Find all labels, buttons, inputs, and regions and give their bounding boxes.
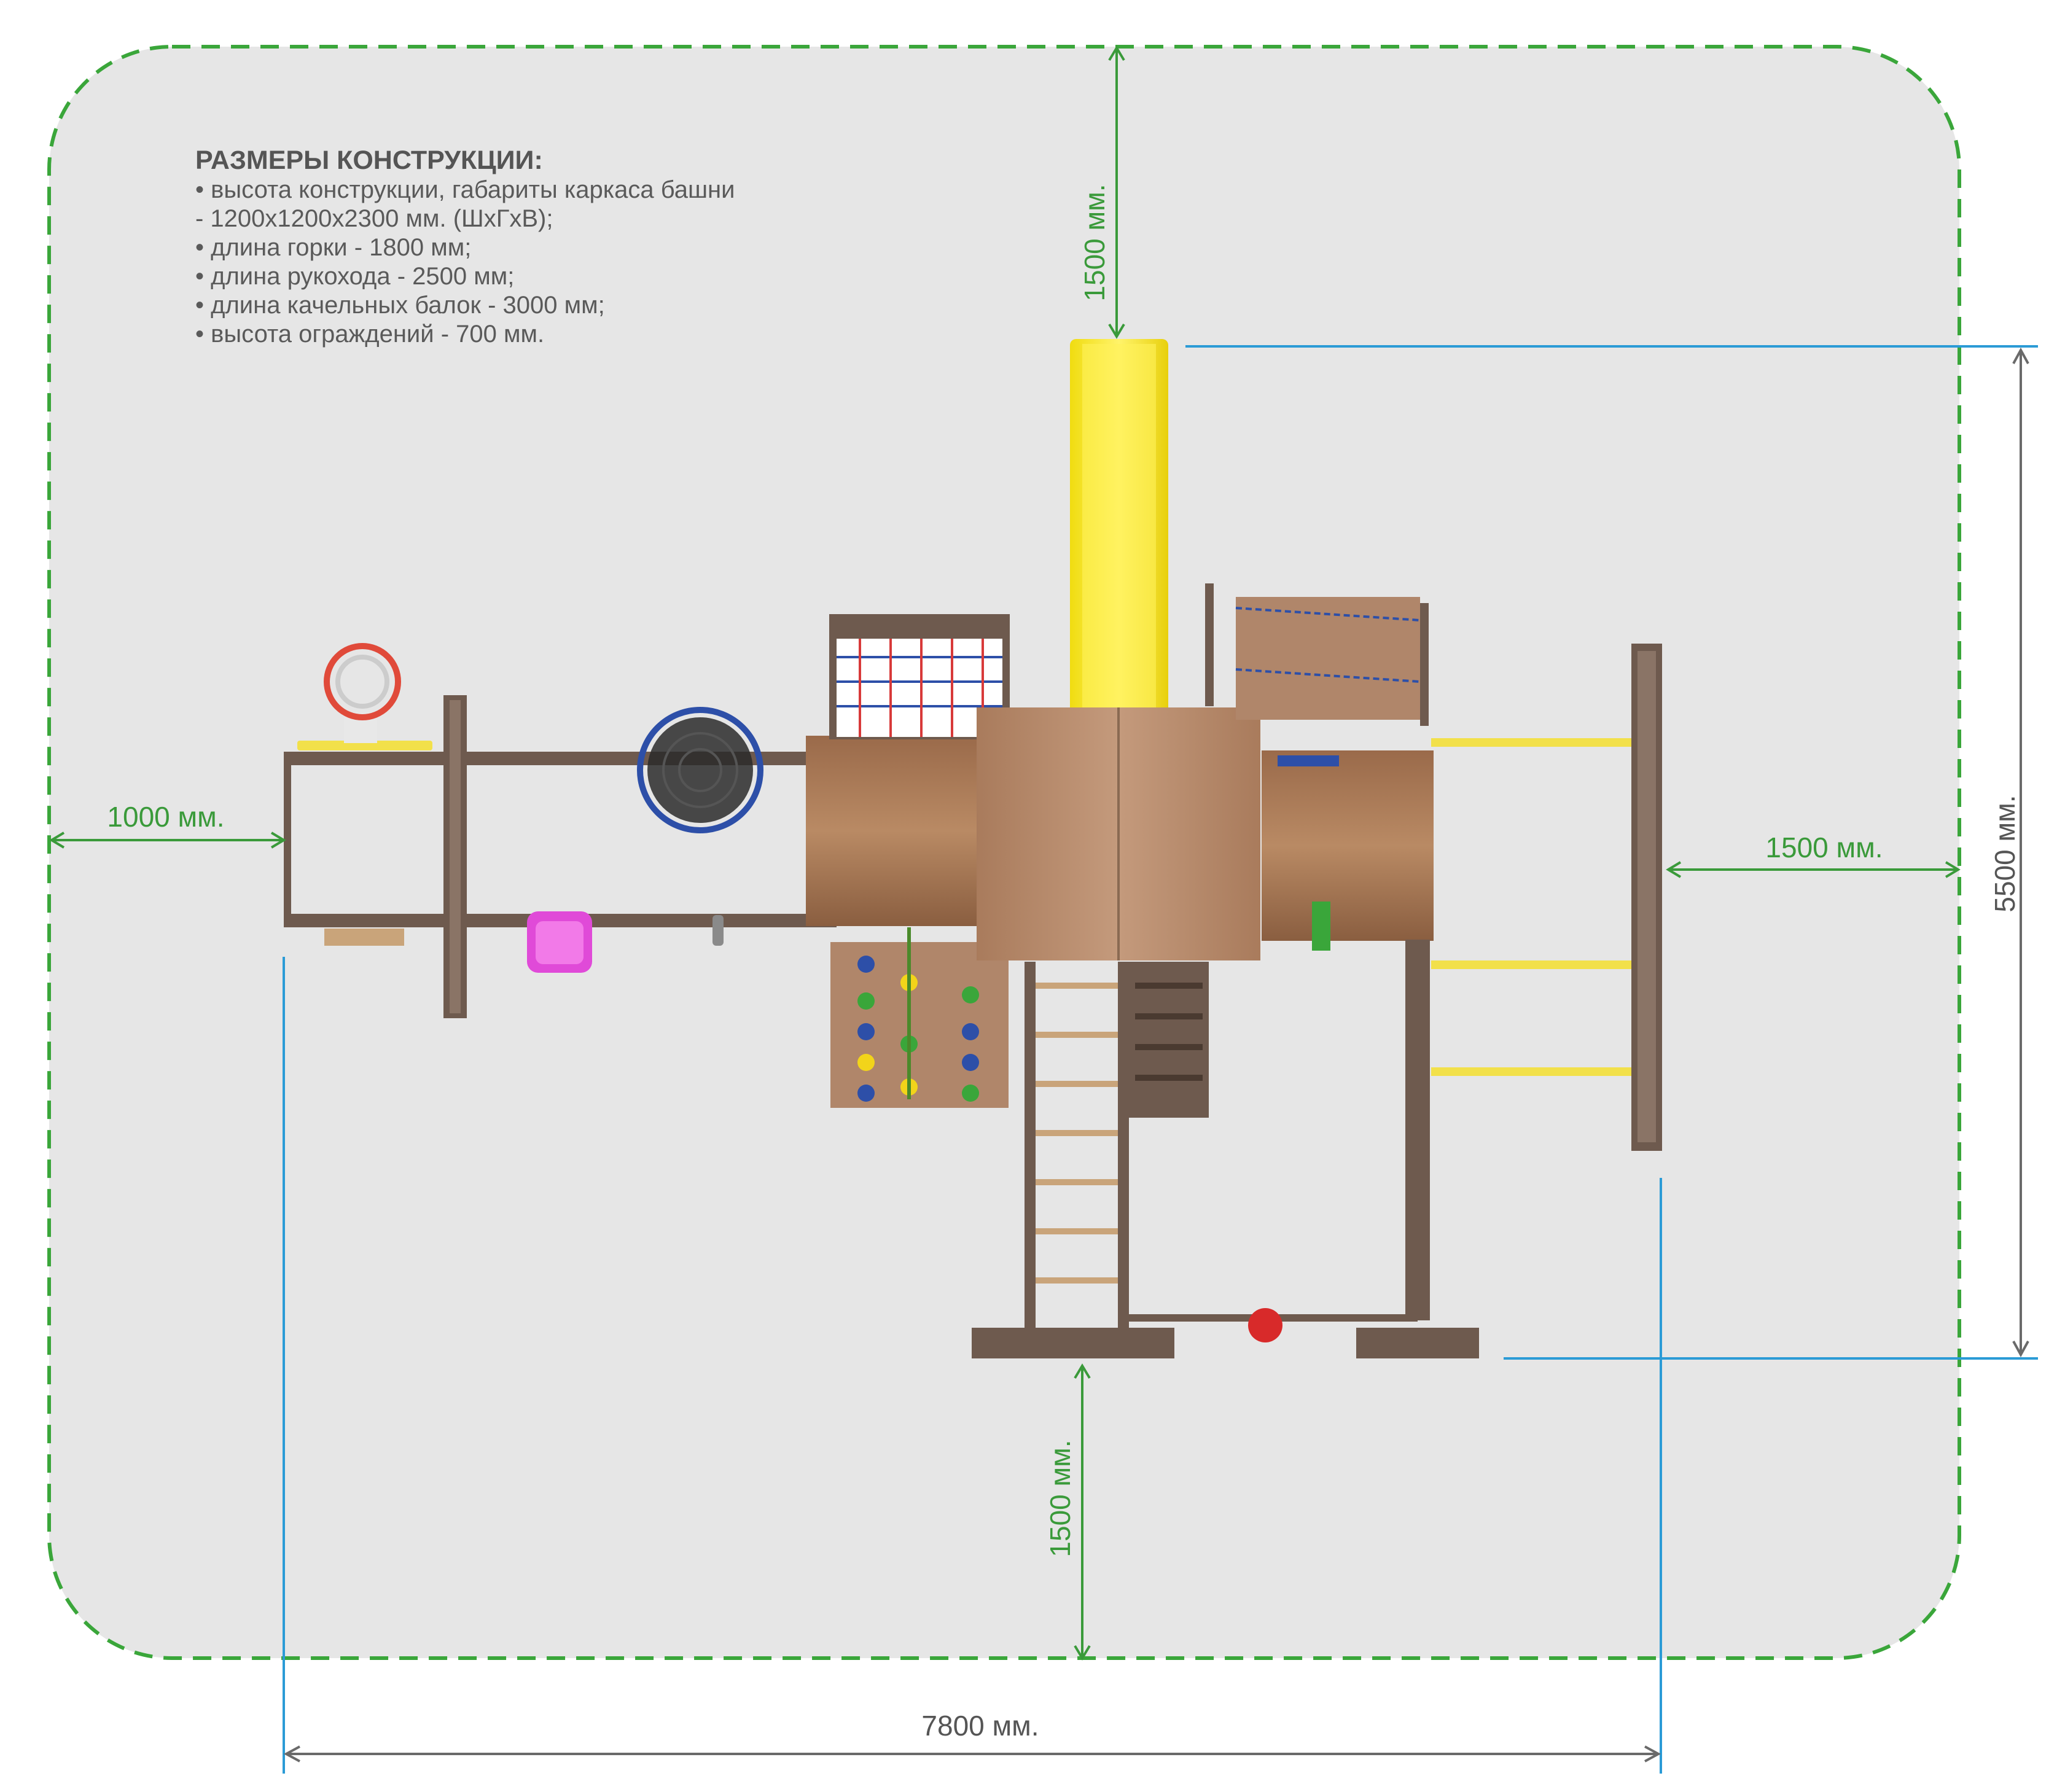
stairs bbox=[1129, 962, 1209, 1118]
baby-swing bbox=[527, 911, 592, 973]
specs-title: РАЗМЕРЫ КОНСТРУКЦИИ: bbox=[195, 146, 543, 175]
slide bbox=[1070, 339, 1168, 714]
spec-item: • высота ограждений - 700 мм. bbox=[195, 321, 545, 348]
construction-specs: РАЗМЕРЫ КОНСТРУКЦИИ: • высота конструкци… bbox=[195, 145, 969, 349]
specs-list: • высота конструкции, габариты каркаса б… bbox=[195, 176, 969, 349]
nest-swing bbox=[637, 707, 763, 833]
spec-item: • высота конструкции, габариты каркаса б… bbox=[195, 176, 735, 203]
spec-item: - 1200х1200х2300 мм. (ШхГхВ); bbox=[195, 205, 553, 232]
spec-item: • длина рукохода - 2500 мм; bbox=[195, 263, 515, 290]
top-clearance-label: 1500 мм. bbox=[1079, 184, 1111, 301]
left-clearance-label: 1000 мм. bbox=[107, 801, 224, 833]
overall-depth-label: 5500 мм. bbox=[1989, 795, 2021, 912]
overall-width-label: 7800 мм. bbox=[921, 1710, 1039, 1742]
spec-item: • длина качельных балок - 3000 мм; bbox=[195, 292, 605, 319]
spec-item: • длина горки - 1800 мм; bbox=[195, 234, 472, 261]
bottom-clearance-label: 1500 мм. bbox=[1044, 1439, 1076, 1557]
right-clearance-label: 1500 мм. bbox=[1765, 832, 1883, 863]
